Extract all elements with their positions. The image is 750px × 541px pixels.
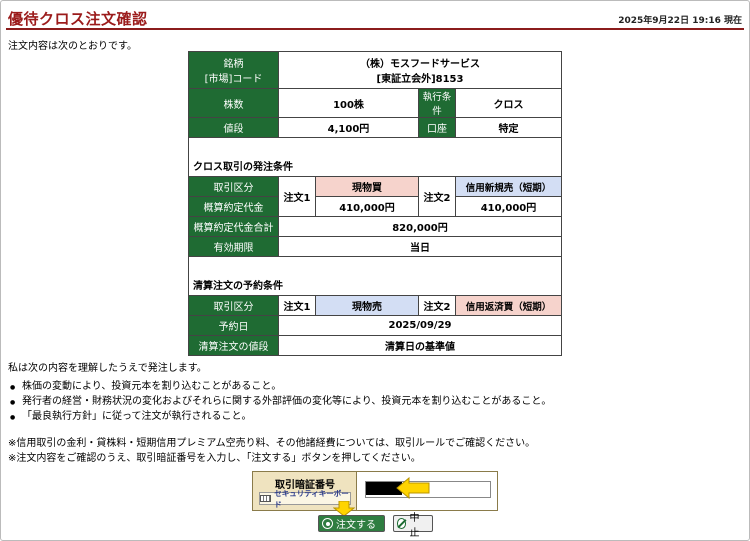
- table-row: 清算注文の予約条件: [188, 256, 562, 296]
- table-row: 銘柄 [市場]コード （株）モスフードサービス [東証立会外]8153: [188, 51, 562, 89]
- acknowledgement-text: 私は次の内容を理解したうえで発注します。: [8, 363, 207, 374]
- stock-name: （株）モスフードサービス: [360, 59, 480, 70]
- account-value: 特定: [455, 117, 562, 138]
- remark-fees: ※信用取引の金利・貸株料・短期信用プレミアム空売り料、その他諸経費については、取…: [8, 438, 536, 449]
- cross-total-value: 820,000円: [278, 216, 562, 237]
- cross-type-label: 取引区分: [188, 176, 279, 197]
- table-row: 値段 4,100円 口座 特定: [188, 117, 562, 138]
- keyboard-icon: [260, 495, 272, 502]
- submit-icon: [322, 518, 333, 529]
- page-header: 優待クロス注文確認 2025年9月22日 19:16 現在: [6, 4, 744, 30]
- submit-label: 注文する: [336, 520, 376, 531]
- table-row: 概算約定代金 410,000円 410,000円: [188, 196, 562, 217]
- table-row: クロス取引の発注条件: [188, 137, 562, 177]
- settle-order1-type: 現物売: [315, 295, 419, 316]
- stock-value-cell: （株）モスフードサービス [東証立会外]8153: [278, 51, 562, 89]
- exec-value: クロス: [455, 88, 562, 118]
- settle-type-label: 取引区分: [188, 295, 279, 316]
- cross-order2-type: 信用新規売（短期）: [455, 176, 562, 197]
- list-item: 株価の変動により、投資元本を割り込むことがあること。: [10, 379, 551, 395]
- intro-text: 注文内容は次のとおりです。: [8, 41, 137, 52]
- stock-label-cell: 銘柄 [市場]コード: [188, 51, 279, 89]
- settle-order2-label: 注文2: [418, 295, 456, 316]
- settle-order2-type: 信用返済買（短期）: [455, 295, 562, 316]
- account-label: 口座: [418, 117, 456, 138]
- cross-order1-amount: 410,000円: [315, 196, 419, 217]
- table-row: 概算約定代金合計 820,000円: [188, 216, 562, 237]
- stock-code: [東証立会外]8153: [376, 74, 464, 85]
- cross-order1-label: 注文1: [278, 176, 316, 217]
- cross-expiry-label: 有効期限: [188, 236, 279, 257]
- table-row: 予約日 2025/09/29: [188, 315, 562, 336]
- settle-order1-label: 注文1: [278, 295, 316, 316]
- qty-label: 株数: [188, 88, 279, 118]
- stock-label: 銘柄: [223, 59, 244, 70]
- cross-order1-type: 現物買: [315, 176, 419, 197]
- price-value: 4,100円: [278, 117, 419, 138]
- qty-value: 100株: [278, 88, 419, 118]
- settle-price-value: 清算日の基準値: [278, 335, 562, 356]
- market-code-label: [市場]コード: [204, 74, 263, 85]
- cancel-button[interactable]: 中止: [393, 513, 433, 539]
- settle-section-title: 清算注文の予約条件: [188, 256, 562, 296]
- submit-order-button[interactable]: 注文する: [318, 515, 385, 532]
- table-row: 清算注文の値段 清算日の基準値: [188, 335, 562, 356]
- cross-order2-amount: 410,000円: [455, 196, 562, 217]
- risk-notes-list: 株価の変動により、投資元本を割り込むことがあること。 発行者の経営・財務状況の変…: [10, 379, 551, 425]
- table-row: 株数 100株 執行条件 クロス: [188, 88, 562, 118]
- cross-order2-label: 注文2: [418, 176, 456, 217]
- cancel-icon: [397, 518, 407, 529]
- table-row: 有効期限 当日: [188, 236, 562, 257]
- cancel-label: 中止: [409, 512, 420, 539]
- action-buttons: 注文する 中止: [318, 513, 433, 539]
- timestamp: 2025年9月22日 19:16 現在: [618, 16, 742, 26]
- price-label: 値段: [188, 117, 279, 138]
- cross-estimate-label: 概算約定代金: [188, 196, 279, 217]
- cross-section-title: クロス取引の発注条件: [188, 137, 562, 177]
- page-title: 優待クロス注文確認: [8, 10, 148, 28]
- settle-date-label: 予約日: [188, 315, 279, 336]
- cross-expiry-value: 当日: [278, 236, 562, 257]
- table-row: 取引区分 注文1 現物売 注文2 信用返済買（短期）: [188, 295, 562, 316]
- remark-instructions: ※注文内容をご確認のうえ、取引暗証番号を入力し、「注文する」ボタンを押してくださ…: [8, 453, 421, 464]
- list-item: 発行者の経営・財務状況の変化およびそれらに関する外部評価の変化等により、投資元本…: [10, 394, 551, 410]
- exec-label: 執行条件: [418, 88, 456, 118]
- settle-date-value: 2025/09/29: [278, 315, 562, 336]
- order-table: 銘柄 [市場]コード （株）モスフードサービス [東証立会外]8153 株数 1…: [188, 51, 562, 356]
- settle-price-label: 清算注文の値段: [188, 335, 279, 356]
- list-item: 「最良執行方針」に従って注文が執行されること。: [10, 409, 551, 425]
- remarks: ※信用取引の金利・貸株料・短期信用プレミアム空売り料、その他諸経費については、取…: [8, 436, 535, 466]
- table-row: 取引区分 注文1 現物買 注文2 信用新規売（短期）: [188, 176, 562, 217]
- cross-total-label: 概算約定代金合計: [188, 216, 279, 237]
- arrow-left-icon: [396, 477, 430, 499]
